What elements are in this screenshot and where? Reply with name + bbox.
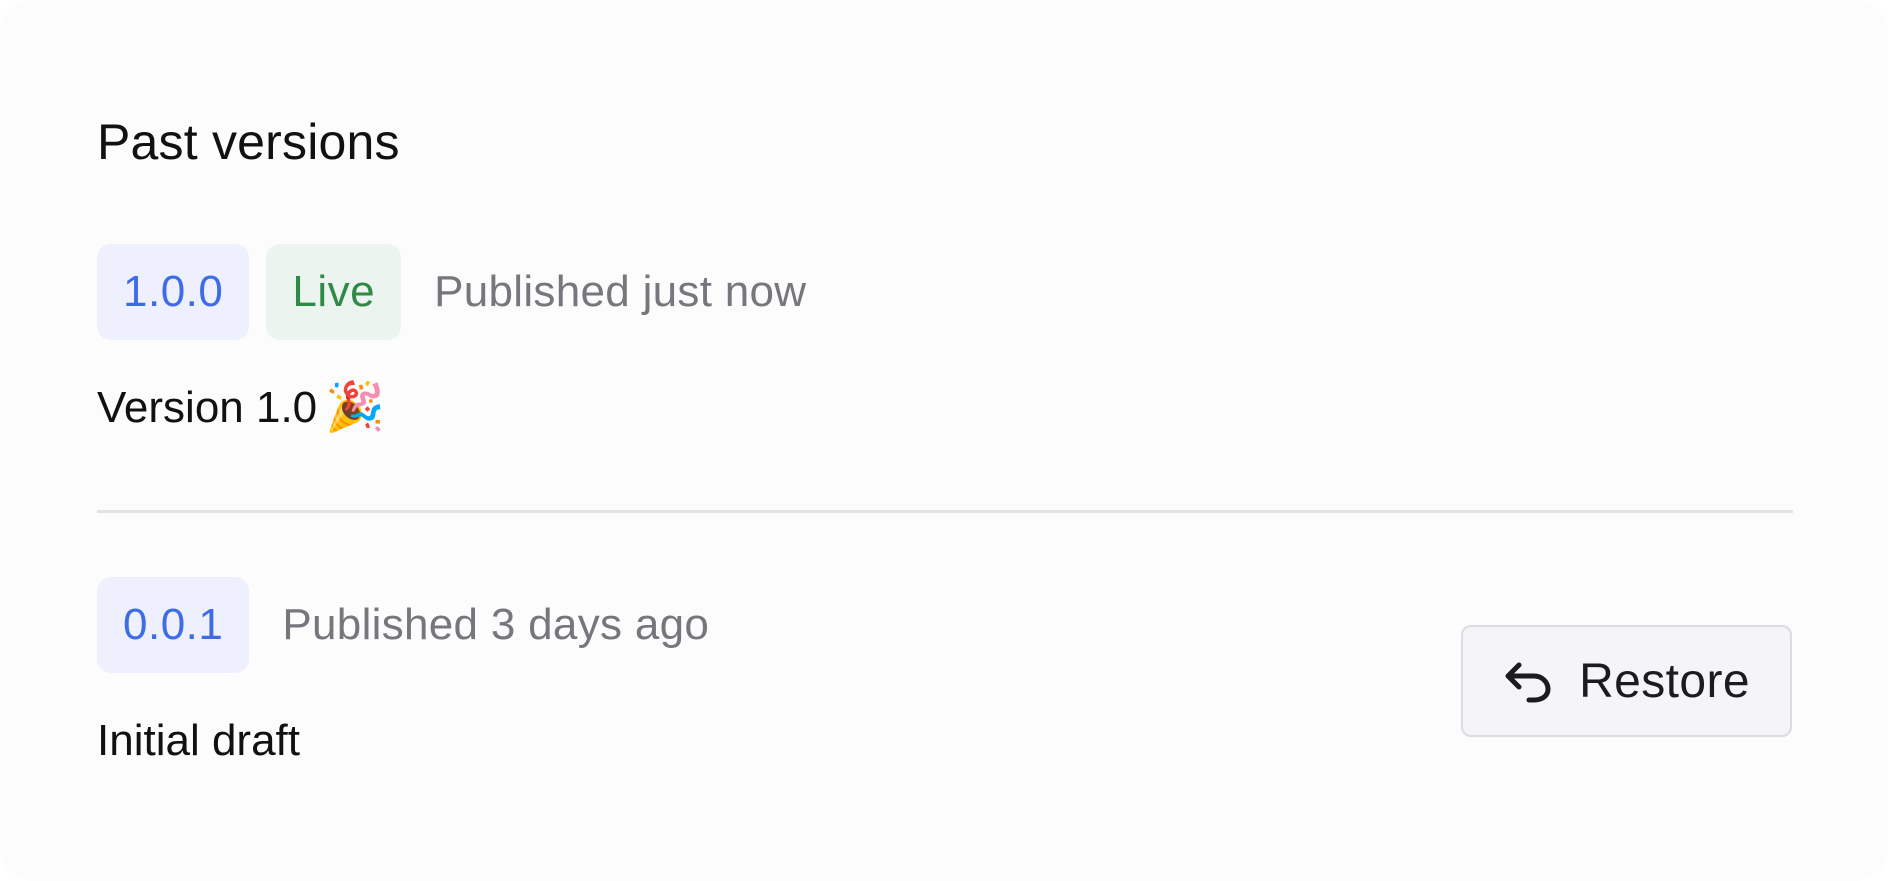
section-title: Past versions (97, 114, 400, 170)
past-versions-panel: Past versions 1.0.0 Live Published just … (0, 0, 1888, 881)
published-time: Published 3 days ago (282, 600, 710, 649)
restore-button[interactable]: Restore (1461, 625, 1792, 737)
live-status-badge: Live (266, 244, 402, 340)
version-row-header: 1.0.0 Live Published just now (97, 244, 806, 340)
version-row-header: 0.0.1 Published 3 days ago (97, 577, 709, 673)
version-description-text: Initial draft (97, 716, 300, 765)
restore-button-label: Restore (1579, 654, 1750, 708)
party-popper-icon: 🎉 (325, 381, 385, 434)
version-badge: 1.0.0 (97, 244, 250, 340)
divider (97, 510, 1793, 513)
version-description: Version 1.0 🎉 (97, 380, 385, 436)
version-description: Initial draft (97, 713, 300, 769)
version-badge: 0.0.1 (97, 577, 250, 673)
published-time: Published just now (434, 267, 807, 316)
undo-arrow-icon (1503, 659, 1553, 703)
version-description-text: Version 1.0 (97, 383, 318, 432)
